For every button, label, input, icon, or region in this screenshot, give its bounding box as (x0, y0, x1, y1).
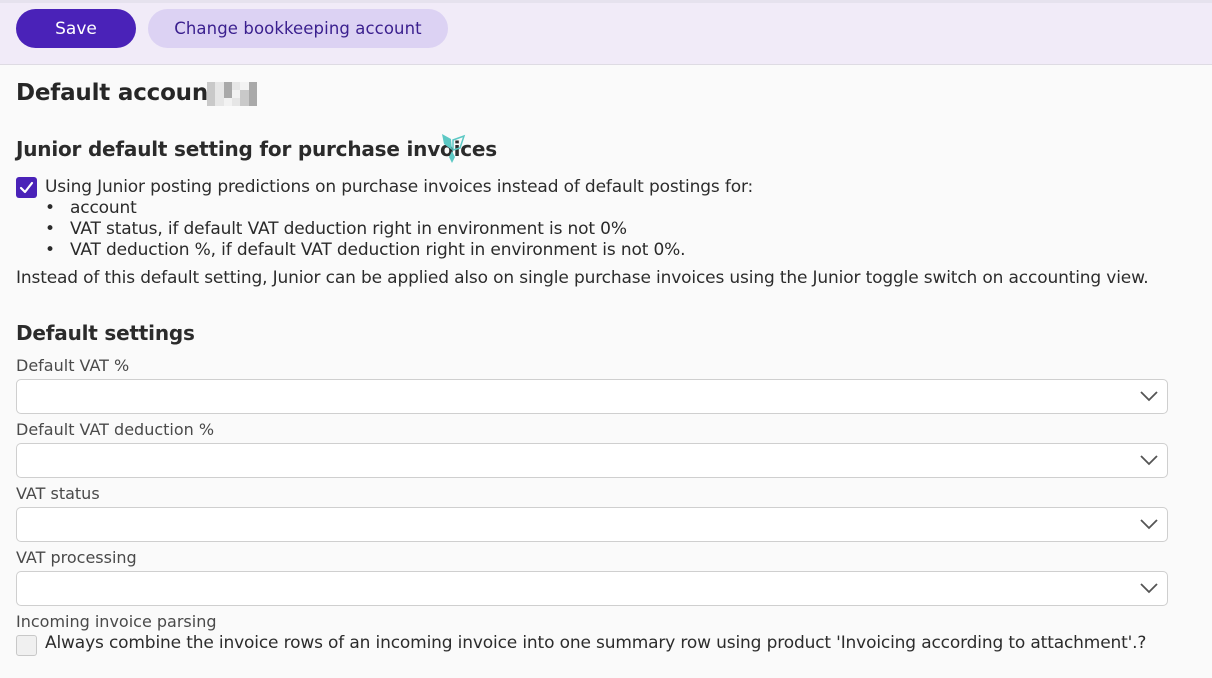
junior-predictions-checkbox[interactable] (16, 177, 37, 198)
chevron-down-icon (1140, 583, 1158, 594)
default-settings-heading: Default settings (16, 321, 195, 345)
chevron-down-icon (1140, 519, 1158, 530)
vat-status-label: VAT status (16, 484, 100, 503)
bullet-item: account (45, 198, 685, 219)
junior-bullet-list: account VAT status, if default VAT deduc… (45, 198, 686, 261)
bullet-item: VAT status, if default VAT deduction rig… (45, 219, 685, 240)
chevron-down-icon (1140, 391, 1158, 402)
incoming-invoice-parsing-label: Incoming invoice parsing (16, 612, 217, 631)
vat-processing-label: VAT processing (16, 548, 137, 567)
redacted-account-name (207, 82, 257, 106)
junior-note: Instead of this default setting, Junior … (16, 268, 1149, 288)
toolbar: Save Change bookkeeping account (0, 0, 1212, 65)
change-bookkeeping-account-button[interactable]: Change bookkeeping account (148, 9, 448, 48)
default-vat-deduction-label: Default VAT deduction % (16, 420, 215, 439)
vat-processing-select[interactable] (16, 571, 1168, 606)
chevron-down-icon (1140, 455, 1158, 466)
save-button[interactable]: Save (16, 9, 136, 48)
checkmark-icon (19, 181, 34, 194)
junior-predictions-label: Using Junior posting predictions on purc… (45, 177, 754, 197)
default-vat-deduction-select[interactable] (16, 443, 1168, 478)
default-vat-select[interactable] (16, 379, 1168, 414)
vat-status-select[interactable] (16, 507, 1168, 542)
junior-section-heading: Junior default setting for purchase invo… (16, 137, 497, 161)
combine-invoice-rows-checkbox[interactable] (16, 635, 37, 656)
default-vat-label: Default VAT % (16, 356, 130, 375)
junior-logo-icon (442, 134, 466, 163)
combine-invoice-rows-label: Always combine the invoice rows of an in… (45, 633, 1147, 653)
bullet-item: VAT deduction %, if default VAT deductio… (45, 240, 686, 261)
